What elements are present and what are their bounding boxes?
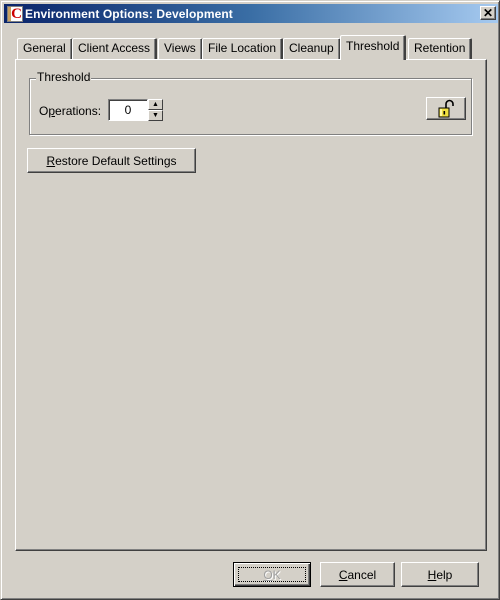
arrow-down-icon: ▼	[152, 112, 159, 119]
spin-down-button[interactable]: ▼	[148, 110, 163, 121]
operations-spinner: ▲ ▼	[148, 99, 163, 121]
operations-label: Operations:	[39, 104, 102, 118]
arrow-up-icon: ▲	[152, 101, 159, 108]
tab-general[interactable]: General	[17, 38, 73, 59]
tab-label: Views	[164, 41, 196, 55]
unlocked-padlock-icon	[438, 99, 454, 117]
title-bar[interactable]: C Environment Options: Development ✕	[4, 4, 498, 23]
dialog-window: C Environment Options: Development ✕ Gen…	[0, 0, 500, 600]
help-button[interactable]: Help	[401, 562, 479, 587]
threshold-tab-panel: Threshold Operations: ▲ ▼ Restore Defaul…	[15, 59, 487, 551]
close-button[interactable]: ✕	[480, 6, 496, 20]
threshold-groupbox: Threshold Operations: ▲ ▼	[29, 70, 472, 135]
close-icon: ✕	[482, 6, 494, 20]
threshold-group-label: Threshold	[36, 70, 92, 84]
spin-up-button[interactable]: ▲	[148, 99, 163, 110]
tab-label: Threshold	[346, 39, 400, 53]
app-c-icon: C	[7, 5, 23, 22]
tab-cleanup[interactable]: Cleanup	[283, 38, 341, 59]
tab-views[interactable]: Views	[158, 38, 203, 59]
tab-label: Cleanup	[289, 41, 334, 55]
tab-label: File Location	[208, 41, 277, 55]
ok-button[interactable]: OK	[233, 562, 311, 587]
lock-button[interactable]	[426, 97, 466, 120]
cancel-button[interactable]: Cancel	[320, 562, 395, 587]
restore-default-settings-button[interactable]: Restore Default Settings	[27, 148, 196, 173]
window-title: Environment Options: Development	[25, 6, 233, 21]
focus-rectangle	[238, 567, 306, 582]
tab-label: General	[23, 41, 66, 55]
tab-label: Client Access	[78, 41, 151, 55]
tab-file-location[interactable]: File Location	[202, 38, 284, 59]
tab-client-access[interactable]: Client Access	[72, 38, 158, 59]
operations-input[interactable]	[108, 99, 148, 121]
tab-retention[interactable]: Retention	[408, 38, 473, 59]
tab-label: Retention	[414, 41, 466, 55]
tab-threshold[interactable]: Threshold	[340, 35, 407, 60]
